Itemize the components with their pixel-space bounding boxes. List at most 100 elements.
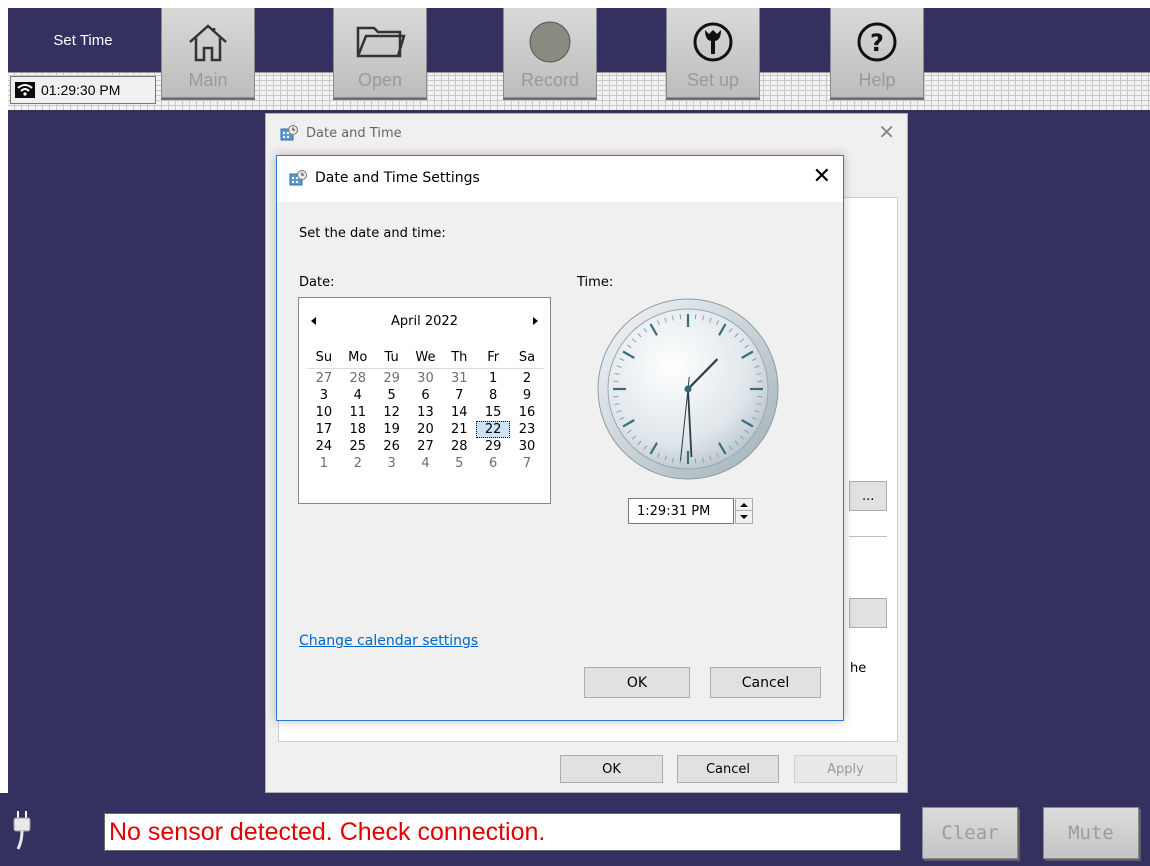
calendar-month[interactable]: April 2022 (299, 314, 550, 329)
main-label: Main (188, 70, 228, 90)
calendar-day[interactable]: 31 (442, 370, 476, 387)
calendar-day[interactable]: 7 (442, 387, 476, 404)
calendar-day[interactable]: 16 (510, 404, 544, 421)
inner-titlebar: Date and Time Settings ✕ (277, 156, 843, 202)
outer-cancel-button[interactable]: Cancel (677, 755, 779, 783)
spin-down-button[interactable] (736, 511, 752, 523)
weekday-label: Tu (384, 350, 399, 365)
page-title: Set Time (53, 31, 113, 49)
calendar-day-selected[interactable]: 22 (476, 421, 511, 438)
calendar-day[interactable]: 2 (341, 455, 375, 472)
separator (849, 536, 887, 537)
date-time-icon (289, 170, 307, 186)
inner-title-text: Date and Time Settings (315, 170, 480, 186)
weekday-label: Su (315, 350, 333, 365)
clear-button[interactable]: Clear (922, 807, 1018, 859)
calendar-day[interactable]: 27 (409, 438, 443, 455)
calendar-day[interactable]: 19 (375, 421, 409, 438)
calendar-day[interactable]: 11 (341, 404, 375, 421)
calendar-day[interactable]: 8 (476, 387, 510, 404)
inner-cancel-button[interactable]: Cancel (710, 667, 821, 698)
calendar-day[interactable]: 29 (375, 370, 409, 387)
folder-icon (356, 26, 406, 58)
outer-apply-button[interactable]: Apply (794, 755, 897, 783)
outer-close-button[interactable]: ✕ (878, 120, 895, 145)
calendar-day[interactable]: 20 (409, 421, 443, 438)
outer-ok-button[interactable]: OK (560, 755, 663, 783)
weekday-label: Th (451, 350, 468, 365)
calendar-day[interactable]: 15 (476, 404, 510, 421)
help-icon: ? (857, 22, 897, 62)
wifi-icon (15, 82, 35, 98)
calendar-day[interactable]: 4 (341, 387, 375, 404)
calendar-day[interactable]: 5 (442, 455, 476, 472)
inner-close-button[interactable]: ✕ (813, 164, 831, 190)
time-label: Time: (577, 275, 614, 290)
calendar-week: 1234567 (307, 455, 544, 472)
calendar-day[interactable]: 25 (341, 438, 375, 455)
record-label: Record (520, 70, 580, 90)
calendar-weekdays: Su Mo Tu We Th Fr Sa (307, 349, 544, 369)
calendar-day[interactable]: 4 (409, 455, 443, 472)
clock-minute-tick (694, 458, 697, 464)
open-button[interactable]: Open (333, 8, 427, 98)
change-calendar-settings-link[interactable]: Change calendar settings (299, 633, 478, 649)
clock-display: 01:29:30 PM (10, 76, 156, 104)
calendar-day[interactable]: 29 (476, 438, 510, 455)
clock-center (684, 385, 692, 393)
next-month-icon[interactable] (533, 317, 538, 325)
calendar-day[interactable]: 18 (341, 421, 375, 438)
calendar-grid: Su Mo Tu We Th Fr Sa 27 28 29 30 31 1 2 3 4 5 6 7 8 9 10 11 12 1… (307, 349, 544, 472)
calendar-day[interactable]: 10 (307, 404, 341, 421)
change-time-zone-button[interactable] (849, 598, 887, 628)
calendar-day[interactable]: 5 (375, 387, 409, 404)
calendar-day[interactable]: 26 (375, 438, 409, 455)
setup-button[interactable]: Set up (666, 8, 760, 98)
calendar-day[interactable]: 23 (510, 421, 544, 438)
date-time-settings-dialog: Date and Time Settings ✕ Set the date an… (276, 155, 844, 721)
calendar-day[interactable]: 28 (442, 438, 476, 455)
calendar-day[interactable]: 3 (307, 387, 341, 404)
wrench-icon (693, 22, 733, 62)
calendar-day[interactable]: 1 (307, 455, 341, 472)
weekday-label: Fr (487, 350, 500, 365)
calendar-day[interactable]: 6 (476, 455, 510, 472)
clock-minute-tick (613, 395, 619, 398)
calendar-day[interactable]: 30 (510, 438, 544, 455)
change-date-time-button[interactable]: ... (849, 481, 887, 511)
calendar-day[interactable]: 28 (341, 370, 375, 387)
calendar-day[interactable]: 12 (375, 404, 409, 421)
calendar-day[interactable]: 3 (375, 455, 409, 472)
outer-partial-text: he (850, 661, 867, 676)
status-bar: No sensor detected. Check connection. Cl… (0, 793, 1150, 866)
mute-button[interactable]: Mute (1043, 807, 1139, 859)
time-spinner[interactable] (735, 498, 753, 524)
analog-clock (597, 298, 779, 480)
calendar-day[interactable]: 9 (510, 387, 544, 404)
calendar-day[interactable]: 21 (442, 421, 476, 438)
clock-minute-tick (679, 314, 682, 320)
calendar-day[interactable]: 6 (409, 387, 443, 404)
clock-minute-tick (694, 314, 697, 320)
calendar-week: 24 25 26 27 28 29 30 (307, 438, 544, 455)
calendar-day[interactable]: 24 (307, 438, 341, 455)
calendar-week: 10 11 12 13 14 15 16 (307, 404, 544, 421)
calendar-day[interactable]: 7 (510, 455, 544, 472)
outer-dialog-title: Date and Time (280, 124, 402, 142)
calendar-day[interactable]: 14 (442, 404, 476, 421)
calendar-day[interactable]: 30 (409, 370, 443, 387)
time-input[interactable]: 1:29:31 PM (628, 498, 734, 524)
calendar-week: 27 28 29 30 31 1 2 (307, 370, 544, 387)
calendar-day[interactable]: 2 (510, 370, 544, 387)
main-button[interactable]: Main (161, 8, 255, 98)
calendar[interactable]: April 2022 Su Mo Tu We Th Fr Sa 27 28 29 30 31 1 2 3 4 5… (298, 297, 551, 504)
spin-up-button[interactable] (736, 499, 752, 511)
inner-ok-button[interactable]: OK (584, 667, 690, 698)
help-button[interactable]: ? Help (830, 8, 924, 98)
calendar-day[interactable]: 13 (409, 404, 443, 421)
record-button[interactable]: Record (503, 8, 597, 98)
calendar-day[interactable]: 27 (307, 370, 341, 387)
arrow-up-icon (740, 502, 748, 507)
calendar-day[interactable]: 17 (307, 421, 341, 438)
calendar-day[interactable]: 1 (476, 370, 510, 387)
